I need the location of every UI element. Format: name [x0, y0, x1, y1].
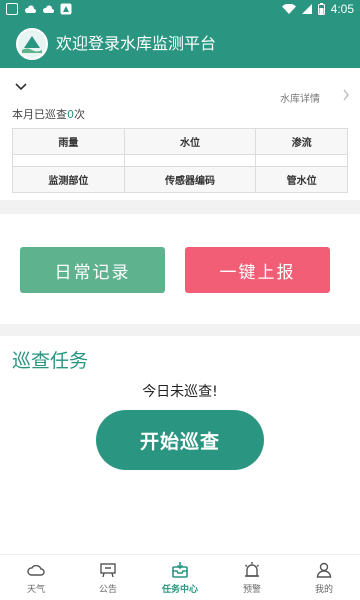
- bottom-tab-bar: 天气 公告 任务中心 预警 我的: [0, 554, 360, 600]
- monitoring-table: 雨量 水位 渗流 监测部位 传感器编码 管水位: [12, 128, 348, 193]
- table-cell-sensor-code: 传感器编码: [123, 166, 257, 193]
- patrol-suffix: 次: [74, 108, 85, 121]
- status-bar: 4:05: [0, 0, 360, 20]
- chevron-right-icon[interactable]: [342, 88, 350, 102]
- cloud-notification-icon: [24, 5, 36, 13]
- task-inbox-icon: [172, 562, 188, 578]
- cloud-notification-icon: [42, 5, 54, 13]
- status-system: 4:05: [281, 2, 354, 16]
- battery-icon: [317, 3, 325, 15]
- reservoir-detail-link[interactable]: 水库详情: [280, 90, 320, 105]
- table-cell-empty: [255, 154, 348, 167]
- patrol-count-value: 0: [67, 108, 74, 121]
- tab-notice[interactable]: 公告: [72, 555, 144, 600]
- table-cell-seepage: 渗流: [255, 128, 348, 155]
- table-row: [12, 154, 348, 167]
- table-cell-rainfall: 雨量: [12, 128, 125, 155]
- app-title: 欢迎登录水库监测平台: [56, 34, 217, 53]
- patrol-task-title: 巡查任务: [12, 350, 89, 372]
- tab-mine[interactable]: 我的: [288, 555, 360, 600]
- table-row: 监测部位 传感器编码 管水位: [12, 166, 348, 193]
- section-divider: [0, 200, 360, 214]
- app-notification-icon: [60, 3, 72, 15]
- section-divider: [0, 324, 360, 336]
- table-cell-pipe-water-level: 管水位: [255, 166, 348, 193]
- one-click-report-button[interactable]: 一键上报: [185, 247, 330, 293]
- patrol-prefix: 本月已巡查: [12, 108, 67, 121]
- table-cell-empty: [12, 154, 125, 167]
- user-icon: [316, 562, 332, 578]
- notification-square-icon: [6, 3, 18, 15]
- tab-label: 预警: [242, 585, 261, 595]
- status-notifications: [6, 3, 72, 15]
- alarm-icon: [245, 562, 259, 577]
- table-cell-monitoring-part: 监测部位: [12, 166, 125, 193]
- tab-label: 天气: [26, 585, 45, 595]
- patrol-status-text: 今日未巡查!: [142, 384, 218, 400]
- table-cell-water-level: 水位: [123, 128, 257, 155]
- tab-task-center[interactable]: 任务中心: [144, 555, 216, 600]
- cloud-icon: [27, 564, 45, 576]
- app-bar: 欢迎登录水库监测平台: [0, 20, 360, 68]
- tab-weather[interactable]: 天气: [0, 555, 72, 600]
- table-row: 雨量 水位 渗流: [12, 128, 348, 155]
- monthly-patrol-count: 本月已巡查0次: [12, 106, 85, 122]
- tab-label: 我的: [314, 585, 333, 595]
- table-cell-empty: [123, 154, 257, 167]
- clock: 4:05: [330, 2, 354, 16]
- noticeboard-icon: [100, 563, 116, 578]
- tab-label: 任务中心: [161, 585, 198, 595]
- signal-icon: [301, 4, 312, 14]
- reservoir-logo: [16, 28, 48, 60]
- chevron-down-icon[interactable]: [14, 82, 28, 92]
- start-patrol-button[interactable]: 开始巡查: [96, 410, 264, 470]
- daily-record-button[interactable]: 日常记录: [20, 247, 165, 293]
- wifi-icon: [281, 4, 296, 14]
- tab-warning[interactable]: 预警: [216, 555, 288, 600]
- reservoir-info-panel: 水库详情 本月已巡查0次 雨量 水位 渗流 监测部位 传感器编码 管水位: [0, 68, 360, 200]
- tab-label: 公告: [98, 585, 117, 595]
